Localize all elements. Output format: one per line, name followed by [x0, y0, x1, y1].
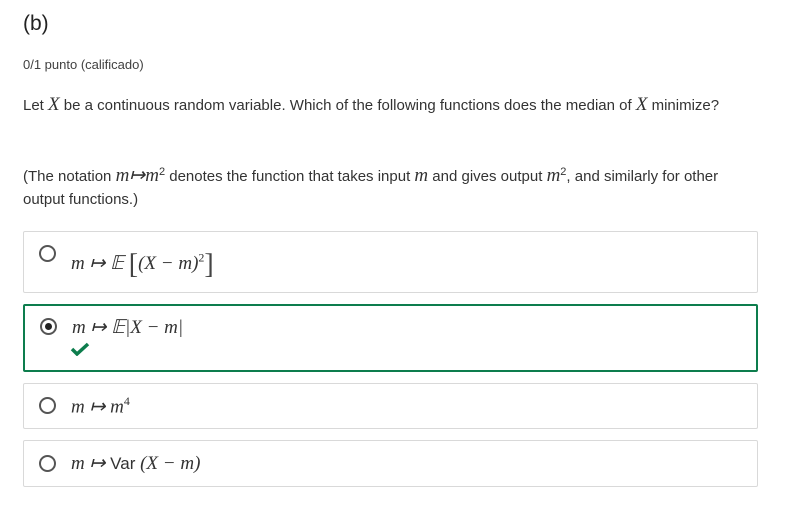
radio-button[interactable]	[39, 397, 56, 414]
option-expression: m ↦ 𝔼|X − m|	[72, 317, 184, 338]
option-expression: m ↦ Var (X − m)	[71, 453, 201, 474]
notation-note: (The notation m↦m2 denotes the function …	[23, 165, 719, 208]
checkmark-icon	[70, 342, 90, 356]
option-3[interactable]: m ↦ m4	[23, 383, 758, 429]
option-1[interactable]: m ↦ 𝔼 [(X − m)2]	[23, 231, 758, 293]
option-4[interactable]: m ↦ Var (X − m)	[23, 440, 758, 487]
radio-button[interactable]	[39, 245, 56, 262]
option-expression: m ↦ 𝔼 [(X − m)2]	[71, 249, 214, 280]
question-text: Let X be a continuous random variable. W…	[23, 94, 720, 115]
radio-button[interactable]	[39, 455, 56, 472]
option-2[interactable]: m ↦ 𝔼|X − m|	[23, 304, 758, 372]
points-label: 0/1 punto (calificado)	[23, 57, 144, 72]
radio-button-selected[interactable]	[40, 318, 57, 335]
problem-title: (b)	[23, 12, 49, 35]
option-expression: m ↦ m4	[71, 394, 130, 418]
